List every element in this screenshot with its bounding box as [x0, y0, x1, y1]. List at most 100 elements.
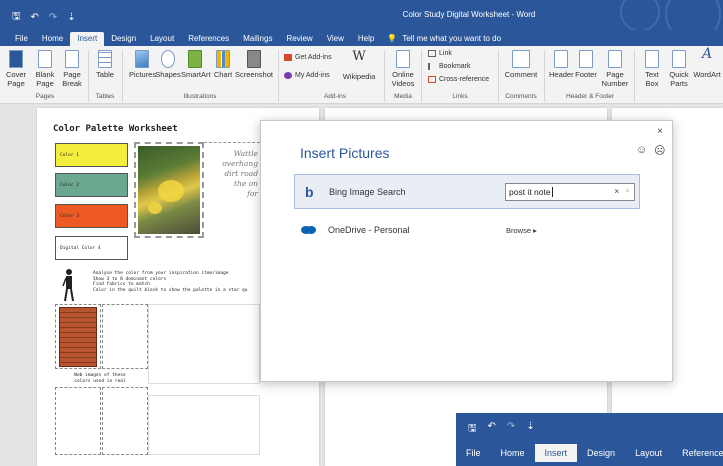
wordart-label: WordArt [693, 70, 721, 79]
tab-review[interactable]: Review [279, 32, 319, 46]
quilt-block[interactable] [148, 395, 260, 455]
tab-insert[interactable]: Insert [534, 444, 578, 462]
chart-button[interactable]: Chart [212, 50, 234, 79]
blank-page-icon [38, 50, 52, 68]
insert-pictures-dialog: × Insert Pictures ☺ ☹ b Bing Image Searc… [260, 120, 673, 382]
bing-image-search-label: Bing Image Search [329, 187, 406, 197]
group-illustrations-label: Illustrations [183, 93, 217, 100]
frown-feedback-icon[interactable]: ☹ [654, 144, 665, 157]
bing-search-input[interactable]: post it note × ⌕ [505, 183, 635, 201]
bookmark-button[interactable]: Bookmark [428, 63, 471, 70]
tab-file[interactable]: File [8, 32, 35, 46]
text-box-button[interactable]: Text Box [641, 50, 663, 88]
bookmark-icon [428, 63, 436, 70]
footer-label: Footer [575, 70, 597, 79]
tab-home[interactable]: Home [491, 444, 535, 462]
color-swatch-1[interactable]: Color 1 [55, 143, 128, 167]
search-icon[interactable]: ⌕ [626, 186, 630, 196]
screenshot-button[interactable]: Screenshot [235, 50, 273, 79]
header-button[interactable]: Header [549, 50, 574, 79]
comment-button[interactable]: Comment [502, 50, 540, 79]
group-tables-label: Tables [95, 93, 115, 100]
smartart-button[interactable]: SmartArt [181, 50, 211, 79]
screenshot-icon [247, 50, 261, 68]
clear-search-icon[interactable]: × [614, 187, 619, 196]
group-addins-label: Add-ins [323, 93, 347, 100]
lightbulb-icon: 💡 [387, 34, 398, 43]
smile-feedback-icon[interactable]: ☺ [636, 144, 647, 156]
wattle-photo [138, 146, 200, 234]
quilt-block[interactable] [148, 304, 260, 384]
save-icon[interactable]: 🖫 [468, 421, 477, 438]
inspiration-text-box[interactable]: Wattle overhang dirt road the on for [204, 142, 260, 232]
undo-icon[interactable]: ↶ [488, 421, 496, 438]
tab-design[interactable]: Design [577, 444, 625, 462]
inspiration-photo-frame[interactable] [134, 142, 204, 238]
online-videos-button[interactable]: Online Videos [388, 50, 418, 88]
close-icon[interactable]: × [657, 126, 663, 137]
bing-image-search-row[interactable]: b Bing Image Search post it note × ⌕ [294, 174, 640, 209]
quilt-cell[interactable] [102, 304, 148, 369]
onedrive-row[interactable]: OneDrive - Personal Browse ▸ [294, 219, 640, 243]
document-title: Color Study Digital Worksheet - Word [402, 10, 536, 19]
link-button[interactable]: Link [428, 50, 452, 57]
shapes-button[interactable]: Shapes [155, 50, 181, 79]
tab-help[interactable]: Help [351, 32, 381, 46]
browse-link[interactable]: Browse ▸ [506, 226, 537, 235]
page-break-label: Page Break [62, 70, 82, 88]
color-swatch-4[interactable]: Digital Color 4 [55, 236, 128, 260]
ribbon-insert: Cover Page Blank Page Page Break Pages T… [0, 46, 723, 104]
color-swatch-3[interactable]: Color 3 [55, 204, 128, 228]
ribbon-separator [88, 50, 89, 102]
tab-references[interactable]: References [672, 444, 723, 462]
roof-tiles-photo[interactable] [59, 307, 97, 367]
my-addins-button[interactable]: My Add-ins [284, 72, 330, 79]
quilt-cell[interactable] [55, 387, 101, 455]
page-number-button[interactable]: Page Number [600, 50, 630, 88]
tab-layout[interactable]: Layout [625, 444, 672, 462]
instructions-text: Analyse the color from your inspiration … [93, 271, 247, 293]
cross-reference-button[interactable]: Cross-reference [428, 76, 489, 83]
ribbon-separator [498, 50, 499, 102]
group-header-footer-label: Header & Footer [565, 93, 615, 100]
footer-button[interactable]: Footer [574, 50, 598, 79]
group-pages-label: Pages [35, 93, 55, 100]
wikipedia-icon: W [352, 49, 366, 64]
cross-reference-icon [428, 76, 436, 83]
tab-design[interactable]: Design [104, 32, 143, 46]
tab-references[interactable]: References [181, 32, 236, 46]
tab-file[interactable]: File [456, 444, 491, 462]
tab-layout[interactable]: Layout [143, 32, 181, 46]
wordart-button[interactable]: A WordArt [692, 47, 722, 79]
search-input-value: post it note [509, 187, 551, 197]
tab-insert[interactable]: Insert [70, 32, 105, 46]
wikipedia-button[interactable]: W Wikipedia [342, 49, 376, 81]
quick-parts-button[interactable]: Quick Parts [667, 50, 691, 88]
page-number-icon [608, 50, 622, 68]
redo-icon[interactable]: ↷ [507, 421, 515, 438]
get-addins-button[interactable]: Get Add-ins [284, 54, 332, 61]
cover-page-button[interactable]: Cover Page [4, 50, 28, 88]
table-button[interactable]: Table [93, 50, 117, 79]
quilt-cell[interactable] [102, 387, 148, 455]
pictures-icon [135, 50, 149, 68]
pictures-label: Pictures [129, 70, 157, 79]
decorative-circle [620, 0, 660, 32]
tab-mailings[interactable]: Mailings [236, 32, 279, 46]
tab-home[interactable]: Home [35, 32, 70, 46]
link-label: Link [439, 50, 452, 57]
page-break-button[interactable]: Page Break [60, 50, 84, 88]
tab-view[interactable]: View [320, 32, 351, 46]
page-number-label: Page Number [601, 70, 629, 88]
blank-page-button[interactable]: Blank Page [33, 50, 57, 88]
side-text-line: dirt road [224, 169, 258, 178]
customize-qat-icon[interactable]: ⇣ [526, 421, 534, 438]
header-icon [554, 50, 568, 68]
header-label: Header [549, 70, 574, 79]
ribbon-separator [122, 50, 123, 102]
tell-me-search[interactable]: 💡 Tell me what you want to do [387, 32, 501, 46]
second-word-window[interactable]: 🖫 ↶ ↷ ⇣ File Home Insert Design Layout R… [456, 413, 723, 466]
pictures-button[interactable]: Pictures [129, 50, 157, 79]
title-bar: 🖫 ↶ ↷ ⇣ Color Study Digital Worksheet - … [0, 0, 723, 42]
color-swatch-2[interactable]: Color 2 [55, 173, 128, 197]
